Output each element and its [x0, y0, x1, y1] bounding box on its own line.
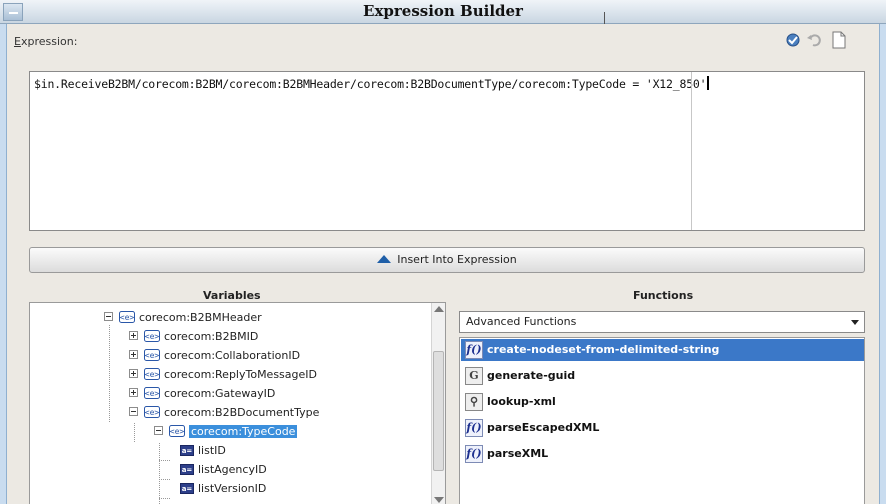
tree-item-label: corecom:B2BDocumentType [164, 406, 320, 419]
tree-item[interactable]: <e> corecom:CollaborationID [129, 347, 300, 365]
tree-item-label: listVersionID [198, 482, 267, 495]
variables-header: Variables [203, 289, 261, 302]
svg-text:a=: a= [182, 447, 193, 455]
attribute-icon: a= [180, 483, 194, 494]
expand-icon[interactable] [129, 388, 138, 397]
tree-connector [159, 498, 171, 499]
function-category-value: Advanced Functions [466, 315, 577, 328]
function-item-label: generate-guid [487, 369, 576, 382]
new-document-icon[interactable] [830, 31, 848, 49]
guid-icon: G [465, 367, 483, 385]
window-frame-right [879, 0, 886, 504]
functions-list[interactable]: f() create-nodeset-from-delimited-string … [459, 337, 865, 504]
svg-text:<e>: <e> [145, 370, 160, 379]
tree-item-label: corecom:TypeCode [189, 425, 298, 438]
tree-item-label: corecom:B2BMHeader [139, 311, 262, 324]
element-icon: <e> [144, 349, 160, 361]
collapse-icon[interactable] [104, 312, 113, 321]
title-bar[interactable]: Expression Builder [0, 0, 886, 24]
tree-item-label: listID [198, 444, 226, 457]
attribute-icon: a= [180, 464, 194, 475]
insert-into-expression-button[interactable]: Insert Into Expression [29, 247, 865, 273]
scroll-down-icon[interactable] [434, 497, 444, 503]
window-frame-left [0, 0, 7, 504]
expand-icon[interactable] [129, 369, 138, 378]
tree-item[interactable]: <e> corecom:B2BMHeader [104, 309, 262, 327]
function-item-label: create-nodeset-from-delimited-string [487, 343, 720, 356]
element-icon: <e> [169, 425, 185, 437]
tree-item-selected[interactable]: <e> corecom:TypeCode [154, 423, 298, 441]
function-item[interactable]: ⚲ lookup-xml [461, 391, 864, 413]
function-category-select[interactable]: Advanced Functions [459, 311, 865, 333]
tree-item-label: corecom:GatewayID [164, 387, 276, 400]
expand-icon[interactable] [129, 331, 138, 340]
function-item-label: lookup-xml [487, 395, 556, 408]
function-item-selected[interactable]: f() create-nodeset-from-delimited-string [461, 339, 864, 361]
expression-editor[interactable]: $in.ReceiveB2BM/corecom:B2BM/corecom:B2B… [29, 71, 865, 231]
function-item-label: parseXML [487, 447, 549, 460]
tree-item[interactable]: a= listAgencyID [180, 461, 267, 479]
svg-text:a=: a= [182, 485, 193, 493]
function-icon: f() [465, 419, 483, 437]
expression-toolbar [784, 31, 864, 51]
attribute-icon: a= [180, 445, 194, 456]
tree-connector [159, 460, 171, 461]
element-icon: <e> [144, 406, 160, 418]
svg-text:a=: a= [182, 466, 193, 474]
element-icon: <e> [119, 311, 135, 323]
tree-connector [109, 325, 110, 423]
scroll-up-icon[interactable] [434, 306, 444, 312]
text-caret [707, 76, 710, 90]
element-icon: <e> [144, 387, 160, 399]
tree-connector [134, 423, 135, 443]
tree-item-label: corecom:CollaborationID [164, 349, 301, 362]
tree-item[interactable]: a= listID [180, 442, 226, 460]
tree-item-label: listAgencyID [198, 463, 267, 476]
arrow-up-icon [377, 255, 392, 263]
dropdown-arrow-icon [851, 320, 859, 325]
svg-text:<e>: <e> [120, 313, 135, 322]
check-syntax-icon[interactable] [784, 31, 802, 49]
function-icon: f() [465, 341, 483, 359]
variables-scrollbar[interactable] [431, 303, 445, 504]
svg-text:<e>: <e> [145, 351, 160, 360]
collapse-icon[interactable] [154, 426, 163, 435]
collapse-icon[interactable] [129, 407, 138, 416]
variables-tree[interactable]: <e> corecom:B2BMHeader <e> corecom:B2BMID … [29, 302, 446, 504]
tree-item[interactable]: <e> corecom:B2BMID [129, 328, 258, 346]
element-icon: <e> [144, 368, 160, 380]
window-title: Expression Builder [363, 2, 523, 20]
function-item[interactable]: Ggenerate-guid [461, 365, 864, 387]
tree-item-label: corecom:ReplyToMessageID [164, 368, 317, 381]
function-item[interactable]: f() parseXML [461, 443, 864, 465]
tree-connector [159, 479, 171, 480]
function-item[interactable]: f() parseEscapedXML [461, 417, 864, 439]
title-divider [604, 12, 605, 24]
expression-label: Expression: [14, 35, 78, 48]
insert-button-label: Insert Into Expression [397, 253, 517, 266]
tree-connector [159, 443, 160, 504]
tree-item[interactable]: <e> corecom:GatewayID [129, 385, 275, 403]
svg-text:<e>: <e> [145, 332, 160, 341]
expression-text[interactable]: $in.ReceiveB2BM/corecom:B2BM/corecom:B2B… [34, 76, 710, 91]
function-icon: f() [465, 445, 483, 463]
editor-margin-line [691, 72, 692, 230]
tree-item[interactable]: a= listVersionID [180, 480, 266, 498]
scroll-thumb[interactable] [433, 351, 444, 471]
svg-text:<e>: <e> [170, 427, 185, 436]
tree-item-label: corecom:B2BMID [164, 330, 259, 343]
svg-text:<e>: <e> [145, 408, 160, 417]
element-icon: <e> [144, 330, 160, 342]
tree-item[interactable]: <e> corecom:B2BDocumentType [129, 404, 319, 422]
undo-icon[interactable] [806, 31, 824, 49]
svg-text:<e>: <e> [145, 389, 160, 398]
functions-header: Functions [633, 289, 694, 302]
tree-item[interactable]: <e> corecom:ReplyToMessageID [129, 366, 317, 384]
lookup-icon: ⚲ [465, 393, 483, 411]
function-item-label: parseEscapedXML [487, 421, 600, 434]
expand-icon[interactable] [129, 350, 138, 359]
